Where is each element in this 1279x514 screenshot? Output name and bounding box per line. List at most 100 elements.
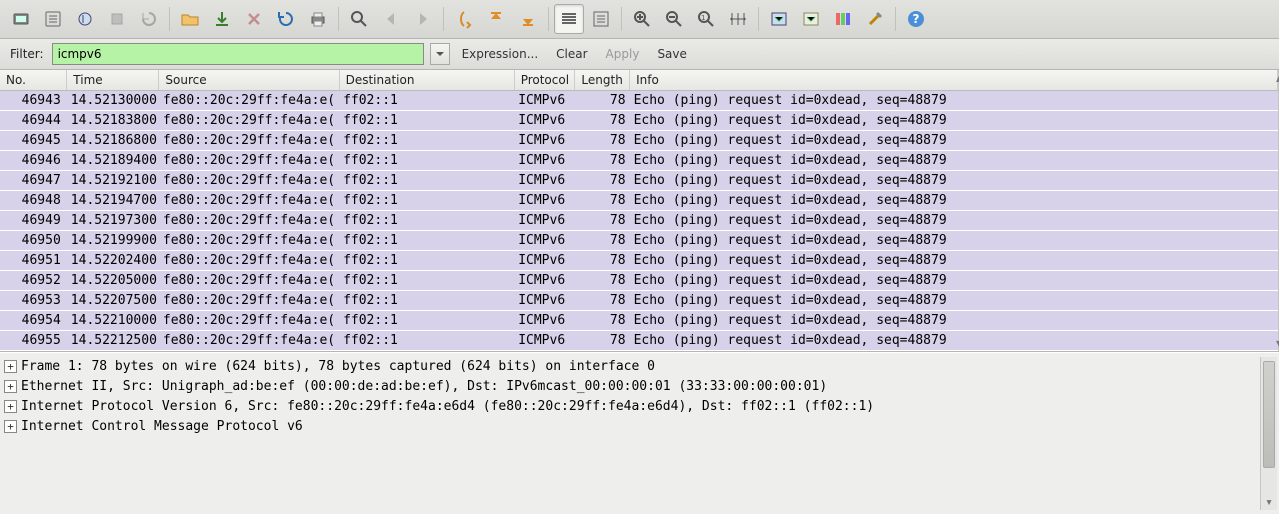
scroll-down-icon[interactable]: ▾ (1261, 494, 1277, 510)
cell-info: Echo (ping) request id=0xdead, seq=48879 (630, 230, 1278, 250)
cell-protocol: ICMPv6 (514, 290, 575, 310)
packet-row[interactable]: 4695114.52202400(fe80::20c:29ff:fe4a:e(f… (0, 250, 1278, 270)
save-file-icon[interactable] (207, 4, 237, 34)
restart-capture-icon[interactable] (134, 4, 164, 34)
packet-row[interactable]: 4695514.52212500(fe80::20c:29ff:fe4a:e(f… (0, 330, 1278, 350)
details-tree-item[interactable]: + Internet Protocol Version 6, Src: fe80:… (2, 397, 1260, 417)
print-icon[interactable] (303, 4, 333, 34)
cell-destination: ff02::1 (339, 190, 514, 210)
help-icon[interactable]: ? (901, 4, 931, 34)
coloring-rules-icon[interactable] (828, 4, 858, 34)
clear-filter-button[interactable]: Clear (550, 45, 593, 63)
cell-no: 46949 (0, 210, 67, 230)
cell-destination: ff02::1 (339, 170, 514, 190)
tree-item-label: Internet Protocol Version 6, Src: fe80::… (21, 399, 874, 414)
packet-row[interactable]: 4694314.52130000(fe80::20c:29ff:fe4a:e(f… (0, 90, 1278, 110)
tree-expander-icon[interactable]: + (4, 400, 17, 413)
column-header-source[interactable]: Source (159, 70, 339, 90)
cell-source: fe80::20c:29ff:fe4a:e( (159, 250, 339, 270)
tree-expander-icon[interactable]: + (4, 380, 17, 393)
cell-destination: ff02::1 (339, 270, 514, 290)
cell-protocol: ICMPv6 (514, 190, 575, 210)
cell-info: Echo (ping) request id=0xdead, seq=48879 (630, 310, 1278, 330)
details-tree-item[interactable]: +Ethernet II, Src: Unigraph_ad:be:ef (00… (2, 377, 1260, 397)
cell-destination: ff02::1 (339, 210, 514, 230)
packet-row[interactable]: 4695014.52199900(fe80::20c:29ff:fe4a:e(f… (0, 230, 1278, 250)
go-to-icon[interactable] (449, 4, 479, 34)
scroll-thumb[interactable] (1263, 361, 1275, 468)
find-icon[interactable] (344, 4, 374, 34)
cell-info: Echo (ping) request id=0xdead, seq=48879 (630, 170, 1278, 190)
column-header-no[interactable]: No. (0, 70, 67, 90)
cell-time: 14.52183800( (67, 110, 159, 130)
packet-row[interactable]: 4695314.52207500(fe80::20c:29ff:fe4a:e(f… (0, 290, 1278, 310)
cell-source: fe80::20c:29ff:fe4a:e( (159, 110, 339, 130)
filter-label: Filter: (8, 47, 46, 61)
packet-row[interactable]: 4694914.52197300(fe80::20c:29ff:fe4a:e(f… (0, 210, 1278, 230)
column-header-destination[interactable]: Destination (339, 70, 514, 90)
autoscroll-icon[interactable] (586, 4, 616, 34)
filter-input[interactable] (52, 43, 424, 65)
cell-length: 78 (575, 250, 630, 270)
cell-length: 78 (575, 170, 630, 190)
cell-protocol: ICMPv6 (514, 170, 575, 190)
options-icon[interactable] (38, 4, 68, 34)
details-tree-item[interactable]: +Internet Control Message Protocol v6 (2, 417, 1260, 437)
filter-dropdown-button[interactable] (430, 43, 450, 65)
zoom-in-icon[interactable] (627, 4, 657, 34)
cell-source: fe80::20c:29ff:fe4a:e( (159, 270, 339, 290)
list-interfaces-icon[interactable] (6, 4, 36, 34)
capture-filters-icon[interactable] (764, 4, 794, 34)
stop-capture-icon[interactable] (102, 4, 132, 34)
start-capture-icon[interactable] (70, 4, 100, 34)
go-forward-icon[interactable] (408, 4, 438, 34)
tree-expander-icon[interactable]: + (4, 360, 17, 373)
go-last-icon[interactable] (513, 4, 543, 34)
zoom-out-icon[interactable] (659, 4, 689, 34)
svg-text:1: 1 (701, 14, 705, 22)
toolbar-separator (548, 7, 549, 31)
go-first-icon[interactable] (481, 4, 511, 34)
save-filter-button[interactable]: Save (651, 45, 692, 63)
go-back-icon[interactable] (376, 4, 406, 34)
details-scrollbar[interactable]: ▴ ▾ (1260, 357, 1277, 511)
cell-protocol: ICMPv6 (514, 230, 575, 250)
cell-info: Echo (ping) request id=0xdead, seq=48879 (630, 90, 1278, 110)
cell-source: fe80::20c:29ff:fe4a:e( (159, 130, 339, 150)
packet-row[interactable]: 4695414.52210000(fe80::20c:29ff:fe4a:e(f… (0, 310, 1278, 330)
main-toolbar: 1? (0, 0, 1279, 39)
cell-length: 78 (575, 310, 630, 330)
close-file-icon[interactable] (239, 4, 269, 34)
cell-source: fe80::20c:29ff:fe4a:e( (159, 170, 339, 190)
colorize-icon[interactable] (554, 4, 584, 34)
tree-expander-icon[interactable]: + (4, 420, 17, 433)
column-header-length[interactable]: Length (575, 70, 630, 90)
cell-source: fe80::20c:29ff:fe4a:e( (159, 310, 339, 330)
cell-destination: ff02::1 (339, 290, 514, 310)
expression-button[interactable]: Expression... (456, 45, 545, 63)
apply-filter-button[interactable]: Apply (600, 45, 646, 63)
cell-no: 46954 (0, 310, 67, 330)
reload-icon[interactable] (271, 4, 301, 34)
cell-no: 46944 (0, 110, 67, 130)
cell-info: Echo (ping) request id=0xdead, seq=48879 (630, 150, 1278, 170)
packet-row[interactable]: 4694414.52183800(fe80::20c:29ff:fe4a:e(f… (0, 110, 1278, 130)
packet-row[interactable]: 4695214.52205000(fe80::20c:29ff:fe4a:e(f… (0, 270, 1278, 290)
packet-row[interactable]: 4694814.52194700(fe80::20c:29ff:fe4a:e(f… (0, 190, 1278, 210)
column-header-protocol[interactable]: Protocol (514, 70, 575, 90)
prefs-icon[interactable] (860, 4, 890, 34)
open-file-icon[interactable] (175, 4, 205, 34)
cell-no: 46947 (0, 170, 67, 190)
column-header-info[interactable]: Info (630, 70, 1278, 90)
resize-cols-icon[interactable] (723, 4, 753, 34)
column-header-time[interactable]: Time (67, 70, 159, 90)
packet-row[interactable]: 4694514.52186800(fe80::20c:29ff:fe4a:e(f… (0, 130, 1278, 150)
zoom-reset-icon[interactable]: 1 (691, 4, 721, 34)
toolbar-separator (758, 7, 759, 31)
details-tree-item[interactable]: +Frame 1: 78 bytes on wire (624 bits), 7… (2, 357, 1260, 377)
cell-time: 14.52207500( (67, 290, 159, 310)
packet-row[interactable]: 4694614.52189400(fe80::20c:29ff:fe4a:e(f… (0, 150, 1278, 170)
display-filters-icon[interactable] (796, 4, 826, 34)
packet-table-header: No.TimeSourceDestinationProtocolLengthIn… (0, 70, 1278, 90)
packet-row[interactable]: 4694714.52192100(fe80::20c:29ff:fe4a:e(f… (0, 170, 1278, 190)
